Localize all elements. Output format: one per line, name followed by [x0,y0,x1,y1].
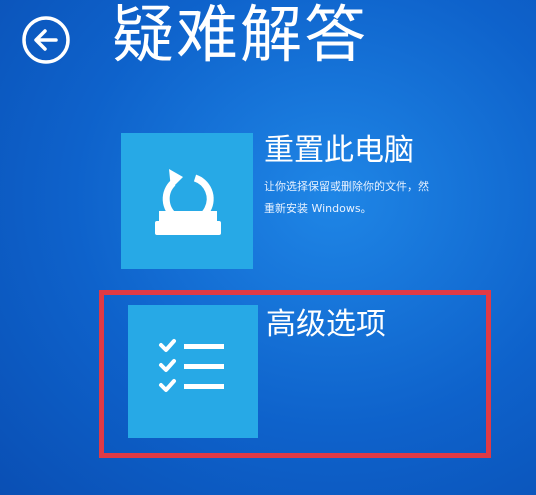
highlight-frame [99,290,491,458]
reset-pc-description-line1: 让你选择保留或删除你的文件，然 [264,180,429,193]
reset-pc-option[interactable]: 重置此电脑 让你选择保留或删除你的文件，然 重新安装 Windows。 [121,133,536,273]
back-arrow-icon [22,16,70,64]
reset-pc-tile[interactable] [121,133,253,269]
troubleshoot-screen: 疑难解答 重置此电脑 让你选择保留或删除你的文件，然 重新安装 Windows。 [0,0,536,495]
page-title: 疑难解答 [112,0,369,71]
back-button[interactable] [20,14,72,66]
reset-pc-description-line2: 重新安装 Windows。 [264,202,372,215]
refresh-drive-icon [155,169,221,235]
reset-pc-title: 重置此电脑 [264,133,414,168]
